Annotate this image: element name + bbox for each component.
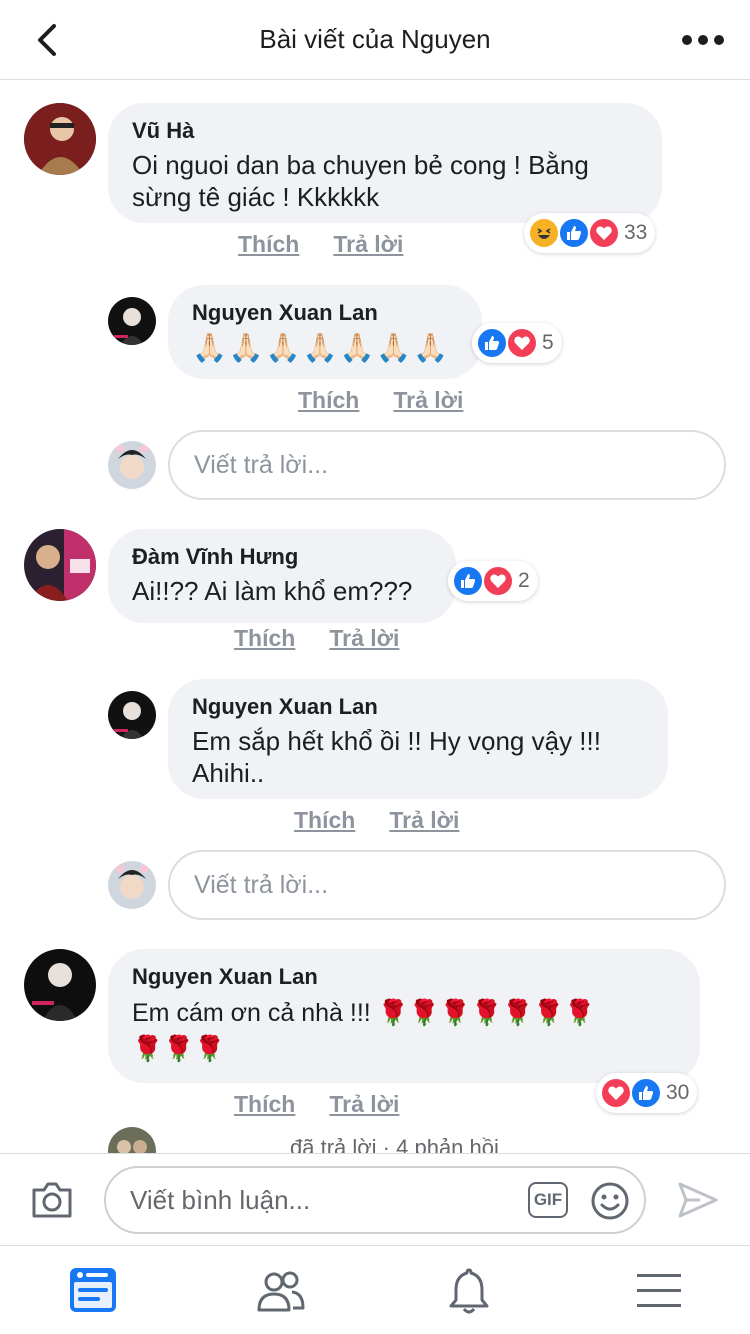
comment-bubble[interactable]: Nguyen Xuan Lan Em cám ơn cả nhà !!! 🌹🌹🌹… (108, 949, 700, 1083)
reply-placeholder: Viết trả lời... (194, 870, 329, 899)
comment-actions: Thích Trả lời (234, 625, 433, 652)
gif-label: GIF (533, 1190, 563, 1209)
avatar-photo (108, 861, 156, 909)
menu-icon[interactable] (634, 1266, 684, 1316)
love-icon (506, 327, 538, 359)
like-link[interactable]: Thích (234, 625, 295, 651)
reaction-summary[interactable]: 2 (448, 561, 538, 601)
like-icon (452, 565, 484, 597)
comment-actions: Thích Trả lời (294, 807, 493, 834)
comment-bubble[interactable]: Nguyen Xuan Lan 🙏🏻🙏🏻🙏🏻🙏🏻🙏🏻🙏🏻🙏🏻 (168, 285, 482, 379)
avatar[interactable] (108, 1127, 156, 1153)
reply-link[interactable]: Trả lời (329, 1091, 399, 1117)
like-link[interactable]: Thích (298, 387, 359, 413)
like-link[interactable]: Thích (234, 1091, 295, 1117)
comment-text: sừng tê giác ! Kkkkkk (132, 182, 380, 212)
avatar-photo (24, 529, 96, 601)
comment-text: 🙏🏻🙏🏻🙏🏻🙏🏻🙏🏻🙏🏻🙏🏻 (192, 332, 451, 363)
gif-button[interactable]: GIF (528, 1182, 568, 1218)
avatar-photo (24, 103, 96, 175)
comment-actions: Thích Trả lời (234, 1091, 433, 1118)
avatar (108, 861, 156, 909)
comment-text: Ahihi.. (192, 758, 265, 788)
reaction-count: 2 (518, 569, 530, 592)
comment-author[interactable]: Nguyen Xuan Lan (192, 693, 644, 721)
avatar-photo (108, 297, 156, 345)
haha-icon (528, 217, 560, 249)
comment-actions: Thích Trả lời (238, 231, 437, 258)
avatar-photo (108, 1127, 156, 1153)
like-link[interactable]: Thích (294, 807, 355, 833)
comment-bubble[interactable]: Đàm Vĩnh Hưng Ai!!?? Ai làm khổ em??? (108, 529, 456, 623)
reaction-count: 30 (666, 1081, 690, 1104)
comment-placeholder: Viết bình luận... (130, 1184, 311, 1215)
comment-author[interactable]: Nguyen Xuan Lan (132, 963, 676, 991)
tab-bar (0, 1245, 750, 1334)
avatar[interactable] (24, 103, 96, 175)
reaction-summary[interactable]: 5 (472, 323, 562, 363)
like-icon (476, 327, 508, 359)
avatar-photo (24, 949, 96, 1021)
avatar[interactable] (108, 297, 156, 345)
friends-icon[interactable] (256, 1266, 306, 1316)
replies-summary-text: đã trả lời · 4 phản hồi (290, 1135, 499, 1153)
replies-summary[interactable]: đã trả lời · 4 phản hồi (290, 1135, 499, 1153)
reply-link[interactable]: Trả lời (333, 231, 403, 257)
reply-placeholder: Viết trả lời... (194, 450, 329, 479)
reaction-count: 5 (542, 331, 554, 354)
page-title: Bài viết của Nguyen (259, 24, 491, 54)
avatar (108, 441, 156, 489)
comment-bubble[interactable]: Vũ Hà Oi nguoi dan ba chuyen bẻ cong ! B… (108, 103, 662, 223)
emoji-icon[interactable] (590, 1181, 630, 1221)
comment-text: Oi nguoi dan ba chuyen bẻ cong ! Bằng (132, 150, 589, 180)
comment-author[interactable]: Đàm Vĩnh Hưng (132, 543, 432, 571)
avatar-photo (108, 441, 156, 489)
comment-text: Ai!!?? Ai làm khổ em??? (132, 576, 413, 606)
avatar[interactable] (24, 949, 96, 1021)
reply-input[interactable]: Viết trả lời... (168, 430, 726, 500)
reply-link[interactable]: Trả lời (393, 387, 463, 413)
comment-actions: Thích Trả lời (298, 387, 497, 414)
camera-icon[interactable] (30, 1180, 74, 1220)
like-icon (630, 1077, 662, 1109)
reaction-count: 33 (624, 221, 648, 244)
avatar[interactable] (108, 691, 156, 739)
avatar[interactable] (24, 529, 96, 601)
love-icon (600, 1077, 632, 1109)
send-icon[interactable] (676, 1180, 720, 1220)
like-icon (558, 217, 590, 249)
more-options-icon[interactable] (678, 20, 728, 60)
avatar-photo (108, 691, 156, 739)
comment-text: 🌹🌹🌹 (132, 1035, 226, 1063)
reply-link[interactable]: Trả lời (389, 807, 459, 833)
comment-text: Em cám ơn cả nhà !!! 🌹🌹🌹🌹🌹🌹🌹 (132, 999, 596, 1027)
comments-list[interactable]: Vũ Hà Oi nguoi dan ba chuyen bẻ cong ! B… (0, 81, 750, 1153)
notifications-icon[interactable] (444, 1266, 494, 1316)
comment-text: Em sắp hết khổ ồi !! Hy vọng vậy !!! (192, 726, 601, 756)
love-icon (588, 217, 620, 249)
comment-author[interactable]: Vũ Hà (132, 117, 638, 145)
comment-bubble[interactable]: Nguyen Xuan Lan Em sắp hết khổ ồi !! Hy … (168, 679, 668, 799)
like-link[interactable]: Thích (238, 231, 299, 257)
reply-link[interactable]: Trả lời (329, 625, 399, 651)
reaction-summary[interactable]: 33 (524, 213, 656, 253)
reaction-summary[interactable]: 30 (596, 1073, 698, 1113)
comment-author[interactable]: Nguyen Xuan Lan (192, 299, 458, 327)
news-feed-icon[interactable] (68, 1266, 118, 1316)
comment-composer: Viết bình luận... GIF (0, 1153, 750, 1245)
header: Bài viết của Nguyen (0, 0, 750, 80)
love-icon (482, 565, 514, 597)
reply-input[interactable]: Viết trả lời... (168, 850, 726, 920)
